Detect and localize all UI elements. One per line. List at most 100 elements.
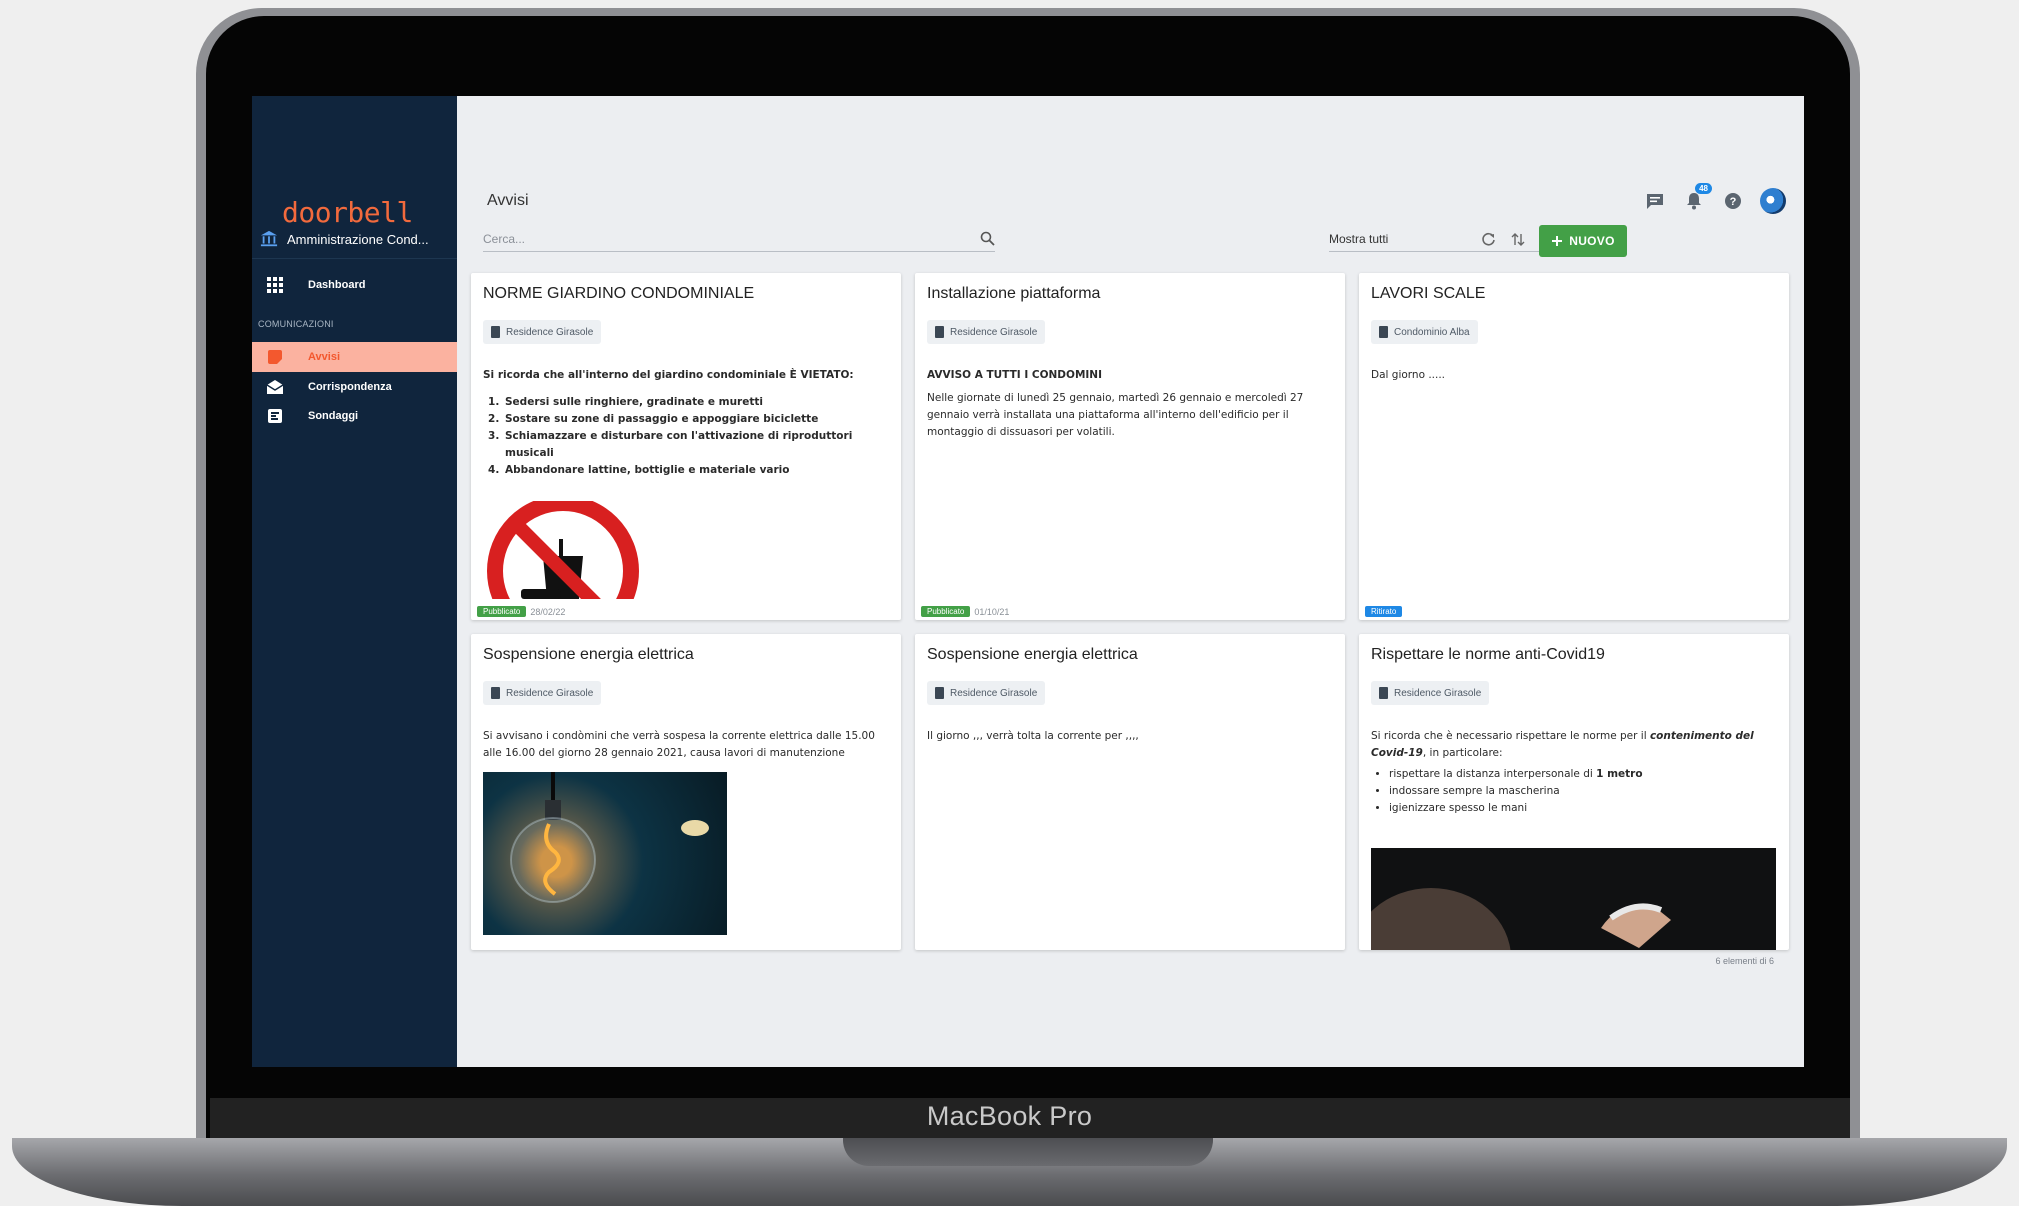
items-count: 6 elementi di 6 bbox=[1715, 956, 1774, 966]
card-text: Si avvisano i condòmini che verrà sospes… bbox=[483, 730, 875, 759]
text-part: , in particolare: bbox=[1422, 747, 1503, 759]
sort-icon[interactable] bbox=[1506, 227, 1530, 251]
card-intro: Si ricorda che all'interno del giardino … bbox=[483, 369, 854, 381]
notice-card[interactable]: Sospensione energia elettrica Residence … bbox=[471, 634, 901, 950]
notice-card[interactable]: Installazione piattaforma Residence Gira… bbox=[915, 273, 1345, 620]
list-item: rispettare la distanza interpersonale di… bbox=[1389, 766, 1777, 783]
building-name: Residence Girasole bbox=[506, 687, 594, 699]
building-chip: Residence Girasole bbox=[1371, 681, 1490, 705]
building-chip: Condominio Alba bbox=[1371, 320, 1478, 344]
list-emphasis: 1 metro bbox=[1596, 768, 1643, 780]
card-text: Si ricorda che è necessario rispettare l… bbox=[1371, 728, 1777, 762]
list-item: Sedersi sulle ringhiere, gradinate e mur… bbox=[503, 394, 889, 411]
sidebar-item-sondaggi[interactable]: Sondaggi bbox=[252, 401, 457, 431]
building-icon bbox=[935, 326, 944, 338]
card-list: rispettare la distanza interpersonale di… bbox=[1389, 766, 1777, 817]
list-item: igienizzare spesso le mani bbox=[1389, 800, 1777, 817]
card-title: NORME GIARDINO CONDOMINIALE bbox=[483, 285, 755, 302]
sidebar-section-label: COMUNICAZIONI bbox=[258, 319, 334, 329]
building-chip: Residence Girasole bbox=[483, 320, 602, 344]
notifications-button[interactable]: 48 bbox=[1682, 183, 1712, 213]
no-drinks-sign-image bbox=[483, 501, 653, 599]
sidebar-item-label: Dashboard bbox=[308, 279, 366, 291]
new-notice-button[interactable]: NUOVO bbox=[1539, 225, 1627, 257]
building-chip: Residence Girasole bbox=[927, 320, 1046, 344]
card-text: Dal giorno ..... bbox=[1371, 369, 1446, 381]
sidebar-item-avvisi[interactable]: Avvisi bbox=[252, 342, 457, 372]
organization-selector[interactable]: Amministrazione Cond... bbox=[260, 230, 429, 248]
sidebar-item-label: Sondaggi bbox=[308, 410, 359, 422]
status-badge: Ritirato bbox=[1365, 606, 1403, 617]
building-icon bbox=[935, 687, 944, 699]
building-icon bbox=[1379, 326, 1388, 338]
notice-card[interactable]: NORME GIARDINO CONDOMINIALE Residence Gi… bbox=[471, 273, 901, 620]
notice-card[interactable]: LAVORI SCALE Condominio Alba Dal giorno … bbox=[1359, 273, 1789, 620]
building-icon bbox=[491, 326, 500, 338]
bank-icon bbox=[260, 230, 278, 247]
main-content: Avvisi 48 ? Mostra tutti bbox=[457, 96, 1804, 1067]
card-footer: Pubblicato 28/02/22 bbox=[477, 606, 565, 617]
help-icon[interactable]: ? bbox=[1721, 189, 1745, 213]
bell-icon bbox=[1687, 193, 1701, 210]
svg-text:?: ? bbox=[1730, 196, 1737, 208]
status-badge: Pubblicato bbox=[921, 606, 971, 617]
list-item: Abbandonare lattine, bottiglie e materia… bbox=[503, 462, 889, 479]
list-text: rispettare la distanza interpersonale di bbox=[1389, 768, 1597, 780]
card-title: LAVORI SCALE bbox=[1371, 285, 1486, 302]
grid-icon bbox=[266, 276, 284, 294]
list-item: Sostare su zone di passaggio e appoggiar… bbox=[503, 411, 889, 428]
building-name: Residence Girasole bbox=[950, 687, 1038, 699]
chat-icon[interactable] bbox=[1643, 189, 1667, 213]
card-date: 01/10/21 bbox=[974, 606, 1010, 617]
device-label: MacBook Pro bbox=[926, 1101, 1093, 1131]
list-item: indossare sempre la mascherina bbox=[1389, 783, 1777, 800]
notice-icon bbox=[266, 348, 284, 366]
building-icon bbox=[491, 687, 500, 699]
card-title: Sospensione energia elettrica bbox=[927, 646, 1138, 663]
building-icon bbox=[1379, 687, 1388, 699]
notice-card[interactable]: Sospensione energia elettrica Residence … bbox=[915, 634, 1345, 950]
building-name: Condominio Alba bbox=[1394, 326, 1470, 338]
app-logo[interactable]: doorbell bbox=[282, 196, 413, 229]
card-body: Si ricorda che è necessario rispettare l… bbox=[1371, 728, 1777, 817]
card-heading: AVVISO A TUTTI I CONDOMINI bbox=[927, 369, 1102, 381]
refresh-icon[interactable] bbox=[1476, 227, 1500, 251]
sidebar: doorbell Amministrazione Cond... Dashboa… bbox=[252, 96, 457, 1067]
building-chip: Residence Girasole bbox=[483, 681, 602, 705]
notice-card[interactable]: Rispettare le norme anti-Covid19 Residen… bbox=[1359, 634, 1789, 950]
laptop-notch bbox=[843, 1138, 1213, 1166]
filter-value: Mostra tutti bbox=[1329, 231, 1389, 246]
card-text: Il giorno ,,, verrà tolta la corrente pe… bbox=[927, 730, 1139, 742]
card-body: Si ricorda che all'interno del giardino … bbox=[483, 367, 889, 479]
list-item: Schiamazzare e disturbare con l'attivazi… bbox=[503, 428, 889, 462]
building-name: Residence Girasole bbox=[1394, 687, 1482, 699]
envelope-icon bbox=[266, 378, 284, 396]
building-name: Residence Girasole bbox=[950, 326, 1038, 338]
card-title: Sospensione energia elettrica bbox=[483, 646, 694, 663]
card-body: Il giorno ,,, verrà tolta la corrente pe… bbox=[927, 728, 1333, 745]
sidebar-item-corrispondenza[interactable]: Corrispondenza bbox=[252, 372, 457, 402]
card-footer: Ritirato bbox=[1365, 606, 1403, 617]
card-body: Si avvisano i condòmini che verrà sospes… bbox=[483, 728, 889, 762]
card-body: Dal giorno ..... bbox=[1371, 367, 1777, 384]
laptop-mockup: MacBook Pro doorbell Amministrazione Con… bbox=[0, 0, 2019, 1206]
avatar[interactable] bbox=[1760, 188, 1786, 214]
sidebar-item-dashboard[interactable]: Dashboard bbox=[252, 270, 457, 300]
search-input[interactable] bbox=[483, 231, 933, 246]
card-list: Sedersi sulle ringhiere, gradinate e mur… bbox=[503, 394, 889, 479]
organization-name: Amministrazione Cond... bbox=[287, 231, 429, 247]
covid-mask-image bbox=[1371, 848, 1776, 950]
card-footer: Pubblicato 01/10/21 bbox=[921, 606, 1009, 617]
building-name: Residence Girasole bbox=[506, 326, 594, 338]
sidebar-divider bbox=[252, 258, 457, 259]
card-body: AVVISO A TUTTI I CONDOMINI Nelle giornat… bbox=[927, 367, 1333, 441]
card-title: Installazione piattaforma bbox=[927, 285, 1101, 302]
header-actions: 48 ? bbox=[1643, 183, 1786, 214]
new-button-label: NUOVO bbox=[1569, 234, 1615, 248]
light-bulb-image bbox=[483, 772, 727, 935]
notifications-badge: 48 bbox=[1695, 183, 1712, 194]
card-text: Nelle giornate di lunedì 25 gennaio, mar… bbox=[927, 392, 1304, 438]
sidebar-item-label: Avvisi bbox=[308, 351, 341, 363]
app-screen: doorbell Amministrazione Cond... Dashboa… bbox=[252, 96, 1804, 1067]
search-icon[interactable] bbox=[980, 231, 995, 246]
